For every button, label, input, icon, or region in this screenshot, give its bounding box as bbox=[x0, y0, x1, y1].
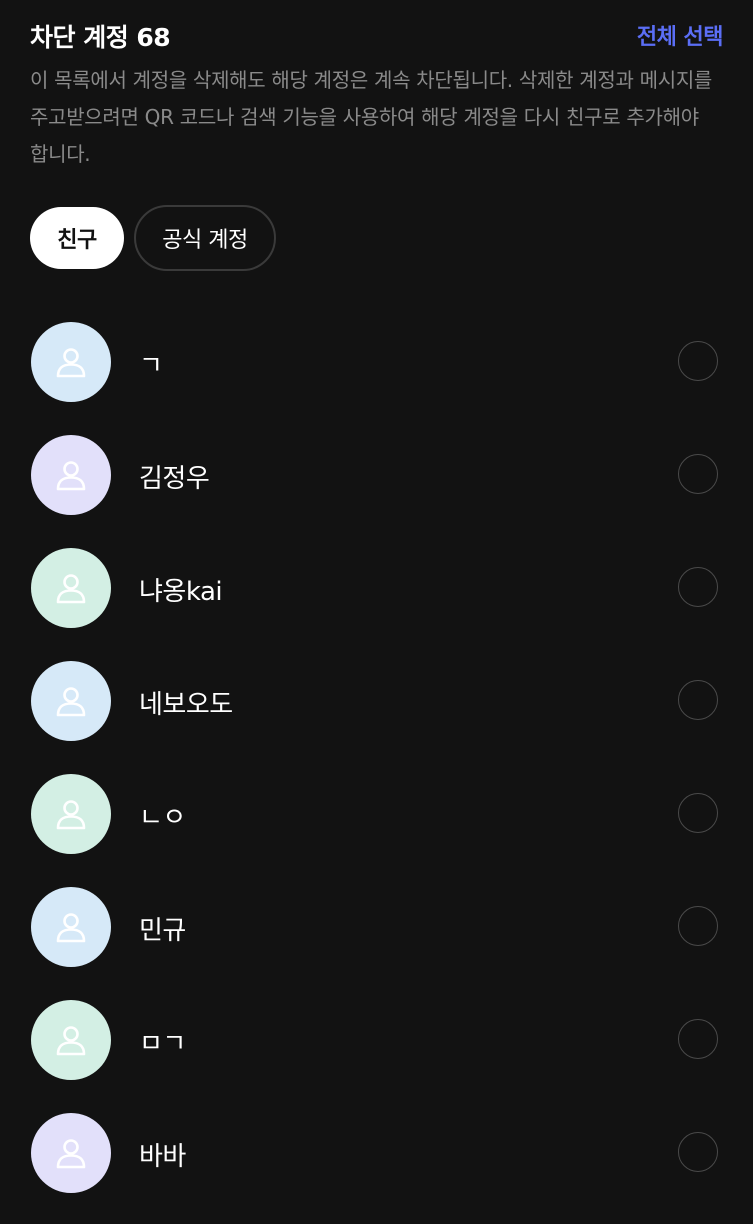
avatar bbox=[31, 435, 111, 515]
account-name: 냐옹kai bbox=[139, 577, 223, 607]
default-profile-icon bbox=[56, 687, 86, 717]
account-name: 민규 bbox=[139, 916, 186, 946]
avatar bbox=[31, 661, 111, 741]
select-checkbox[interactable] bbox=[678, 341, 718, 381]
default-profile-icon bbox=[56, 461, 86, 491]
account-name: 김정우 bbox=[139, 464, 210, 494]
default-profile-icon bbox=[56, 1026, 86, 1056]
select-checkbox[interactable] bbox=[678, 1019, 718, 1059]
tab-bar: 친구 공식 계정 bbox=[30, 205, 276, 273]
account-row[interactable]: 김정우 bbox=[0, 433, 753, 546]
select-all-button[interactable]: 전체 선택 bbox=[637, 19, 724, 51]
notice-text: 이 목록에서 계정을 삭제해도 해당 계정은 계속 차단됩니다. 삭제한 계정과… bbox=[30, 68, 713, 166]
account-row[interactable]: 네보오도 bbox=[0, 659, 753, 772]
account-row[interactable]: 냐옹kai bbox=[0, 546, 753, 659]
account-row[interactable]: ㅁㄱ bbox=[0, 998, 753, 1111]
avatar bbox=[31, 1113, 111, 1193]
account-row[interactable]: ㄴㅇ bbox=[0, 772, 753, 885]
select-checkbox[interactable] bbox=[678, 454, 718, 494]
avatar bbox=[31, 887, 111, 967]
account-row[interactable]: 바바 bbox=[0, 1111, 753, 1224]
select-checkbox[interactable] bbox=[678, 906, 718, 946]
account-row[interactable]: 민규 bbox=[0, 885, 753, 998]
select-checkbox[interactable] bbox=[678, 793, 718, 833]
blocked-account-list: ㄱ 김정우냐옹kai 네보오도 ㄴㅇ 민규 ㅁㄱ 바바 bbox=[0, 320, 753, 1224]
avatar bbox=[31, 548, 111, 628]
default-profile-icon bbox=[56, 1139, 86, 1169]
default-profile-icon bbox=[56, 574, 86, 604]
account-name: ㄱ bbox=[139, 351, 163, 381]
select-checkbox[interactable] bbox=[678, 680, 718, 720]
account-name: 바바 bbox=[139, 1142, 186, 1172]
avatar bbox=[31, 774, 111, 854]
select-checkbox[interactable] bbox=[678, 1132, 718, 1172]
avatar bbox=[31, 322, 111, 402]
default-profile-icon bbox=[56, 348, 86, 378]
account-name: ㄴㅇ bbox=[139, 803, 186, 833]
avatar bbox=[31, 1000, 111, 1080]
page-title: 차단 계정 68 bbox=[30, 23, 171, 52]
default-profile-icon bbox=[56, 800, 86, 830]
tab-official-accounts[interactable]: 공식 계정 bbox=[134, 205, 276, 271]
default-profile-icon bbox=[56, 913, 86, 943]
account-name: 네보오도 bbox=[139, 690, 233, 720]
account-name: ㅁㄱ bbox=[139, 1029, 186, 1059]
account-row[interactable]: ㄱ bbox=[0, 320, 753, 433]
header: 차단 계정 68 전체 선택 bbox=[30, 14, 724, 54]
select-checkbox[interactable] bbox=[678, 567, 718, 607]
tab-friends[interactable]: 친구 bbox=[30, 207, 124, 269]
